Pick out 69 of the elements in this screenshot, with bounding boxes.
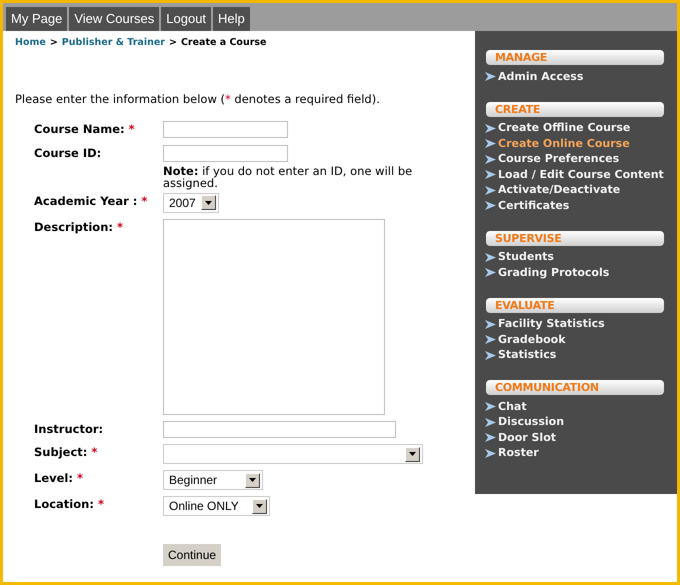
dropdown-field[interactable]: Beginner (163, 470, 263, 490)
section-heading: SUPERVISE (486, 230, 664, 246)
arrow-icon (485, 72, 496, 82)
nav-tab[interactable]: Logout (161, 7, 212, 31)
description-field[interactable] (163, 218, 385, 415)
sidebar-link[interactable]: Facility Statistics (475, 316, 677, 332)
arrow-icon (485, 350, 496, 360)
caret-icon (201, 195, 216, 210)
section-heading: COMMUNICATION (486, 380, 664, 395)
sidebar-link[interactable]: Roster (475, 446, 677, 461)
dropdown-field[interactable]: 2007 (163, 192, 219, 213)
nav-tab[interactable]: My Page (6, 7, 68, 31)
breadcrumb-separator: > (168, 36, 177, 50)
field-label: Course Name: * (34, 120, 136, 138)
sidebar-link[interactable]: Discussion (475, 414, 677, 430)
arrow-icon (485, 154, 496, 164)
dropdown-field[interactable]: Online ONLY (163, 496, 270, 516)
sidebar-link[interactable]: Chat (475, 399, 677, 414)
sidebar-link[interactable]: Load / Edit Course Content (475, 167, 677, 182)
section-heading: EVALUATE (486, 298, 664, 312)
arrow-icon (485, 186, 496, 195)
field-label: Academic Year : * (34, 192, 148, 210)
continue-button[interactable]: Continue (163, 544, 222, 566)
arrow-icon (485, 335, 496, 344)
section-heading: MANAGE (486, 50, 664, 65)
sidebar-link[interactable]: Course Preferences (475, 152, 677, 167)
arrow-icon (485, 268, 496, 278)
field-label: Subject: * (34, 444, 98, 461)
nav-tab[interactable]: Help (213, 7, 250, 31)
arrow-icon (485, 124, 496, 133)
sidebar-link[interactable]: Create Offline Course (475, 120, 677, 136)
caret-icon (245, 472, 260, 488)
sidebar-link[interactable]: Statistics (475, 348, 677, 363)
text-field[interactable] (163, 120, 288, 138)
note-text: Note: if you do not enter an ID, one will be assigned. (163, 164, 414, 189)
field-label: Level: * (34, 470, 84, 487)
sidebar-link[interactable]: Gradebook (475, 332, 677, 348)
field-label: Location: * (34, 496, 105, 513)
field-label: Course ID: (34, 144, 102, 162)
arrow-icon (485, 201, 496, 210)
caret-icon (405, 446, 420, 462)
sidebar-link[interactable]: Grading Protocols (475, 265, 677, 280)
intro-text: Please enter the information below (* denotes a required field). (15, 91, 381, 108)
caret-icon (252, 498, 267, 514)
section-heading: CREATE (486, 102, 664, 116)
arrow-icon (485, 139, 496, 148)
arrow-icon (485, 448, 496, 458)
arrow-icon (485, 170, 496, 180)
arrow-icon (485, 252, 496, 262)
breadcrumb-link[interactable]: Publisher & Trainer (62, 36, 165, 50)
sidebar-link[interactable]: Admin Access (475, 69, 677, 84)
field-label: Instructor: (34, 420, 104, 438)
sidebar-link[interactable]: Create Online Course (475, 136, 677, 152)
dropdown-field[interactable] (163, 444, 423, 464)
sidebar-link[interactable]: Certificates (475, 198, 677, 214)
arrow-icon (485, 433, 496, 442)
text-field[interactable] (163, 144, 288, 162)
arrow-icon (485, 418, 496, 427)
breadcrumb-current: Create a Course (180, 36, 267, 50)
sidebar-link[interactable]: Activate/Deactivate (475, 182, 677, 198)
sidebar-link[interactable]: Door Slot (475, 430, 677, 446)
arrow-icon (485, 402, 496, 412)
nav-tab[interactable]: View Courses (69, 7, 160, 31)
arrow-icon (485, 320, 496, 329)
sidebar-link[interactable]: Students (475, 250, 677, 265)
field-label: Description: * (34, 218, 124, 236)
breadcrumb-separator: > (50, 36, 58, 50)
text-field[interactable] (163, 420, 396, 438)
breadcrumb-link[interactable]: Home (15, 36, 46, 50)
